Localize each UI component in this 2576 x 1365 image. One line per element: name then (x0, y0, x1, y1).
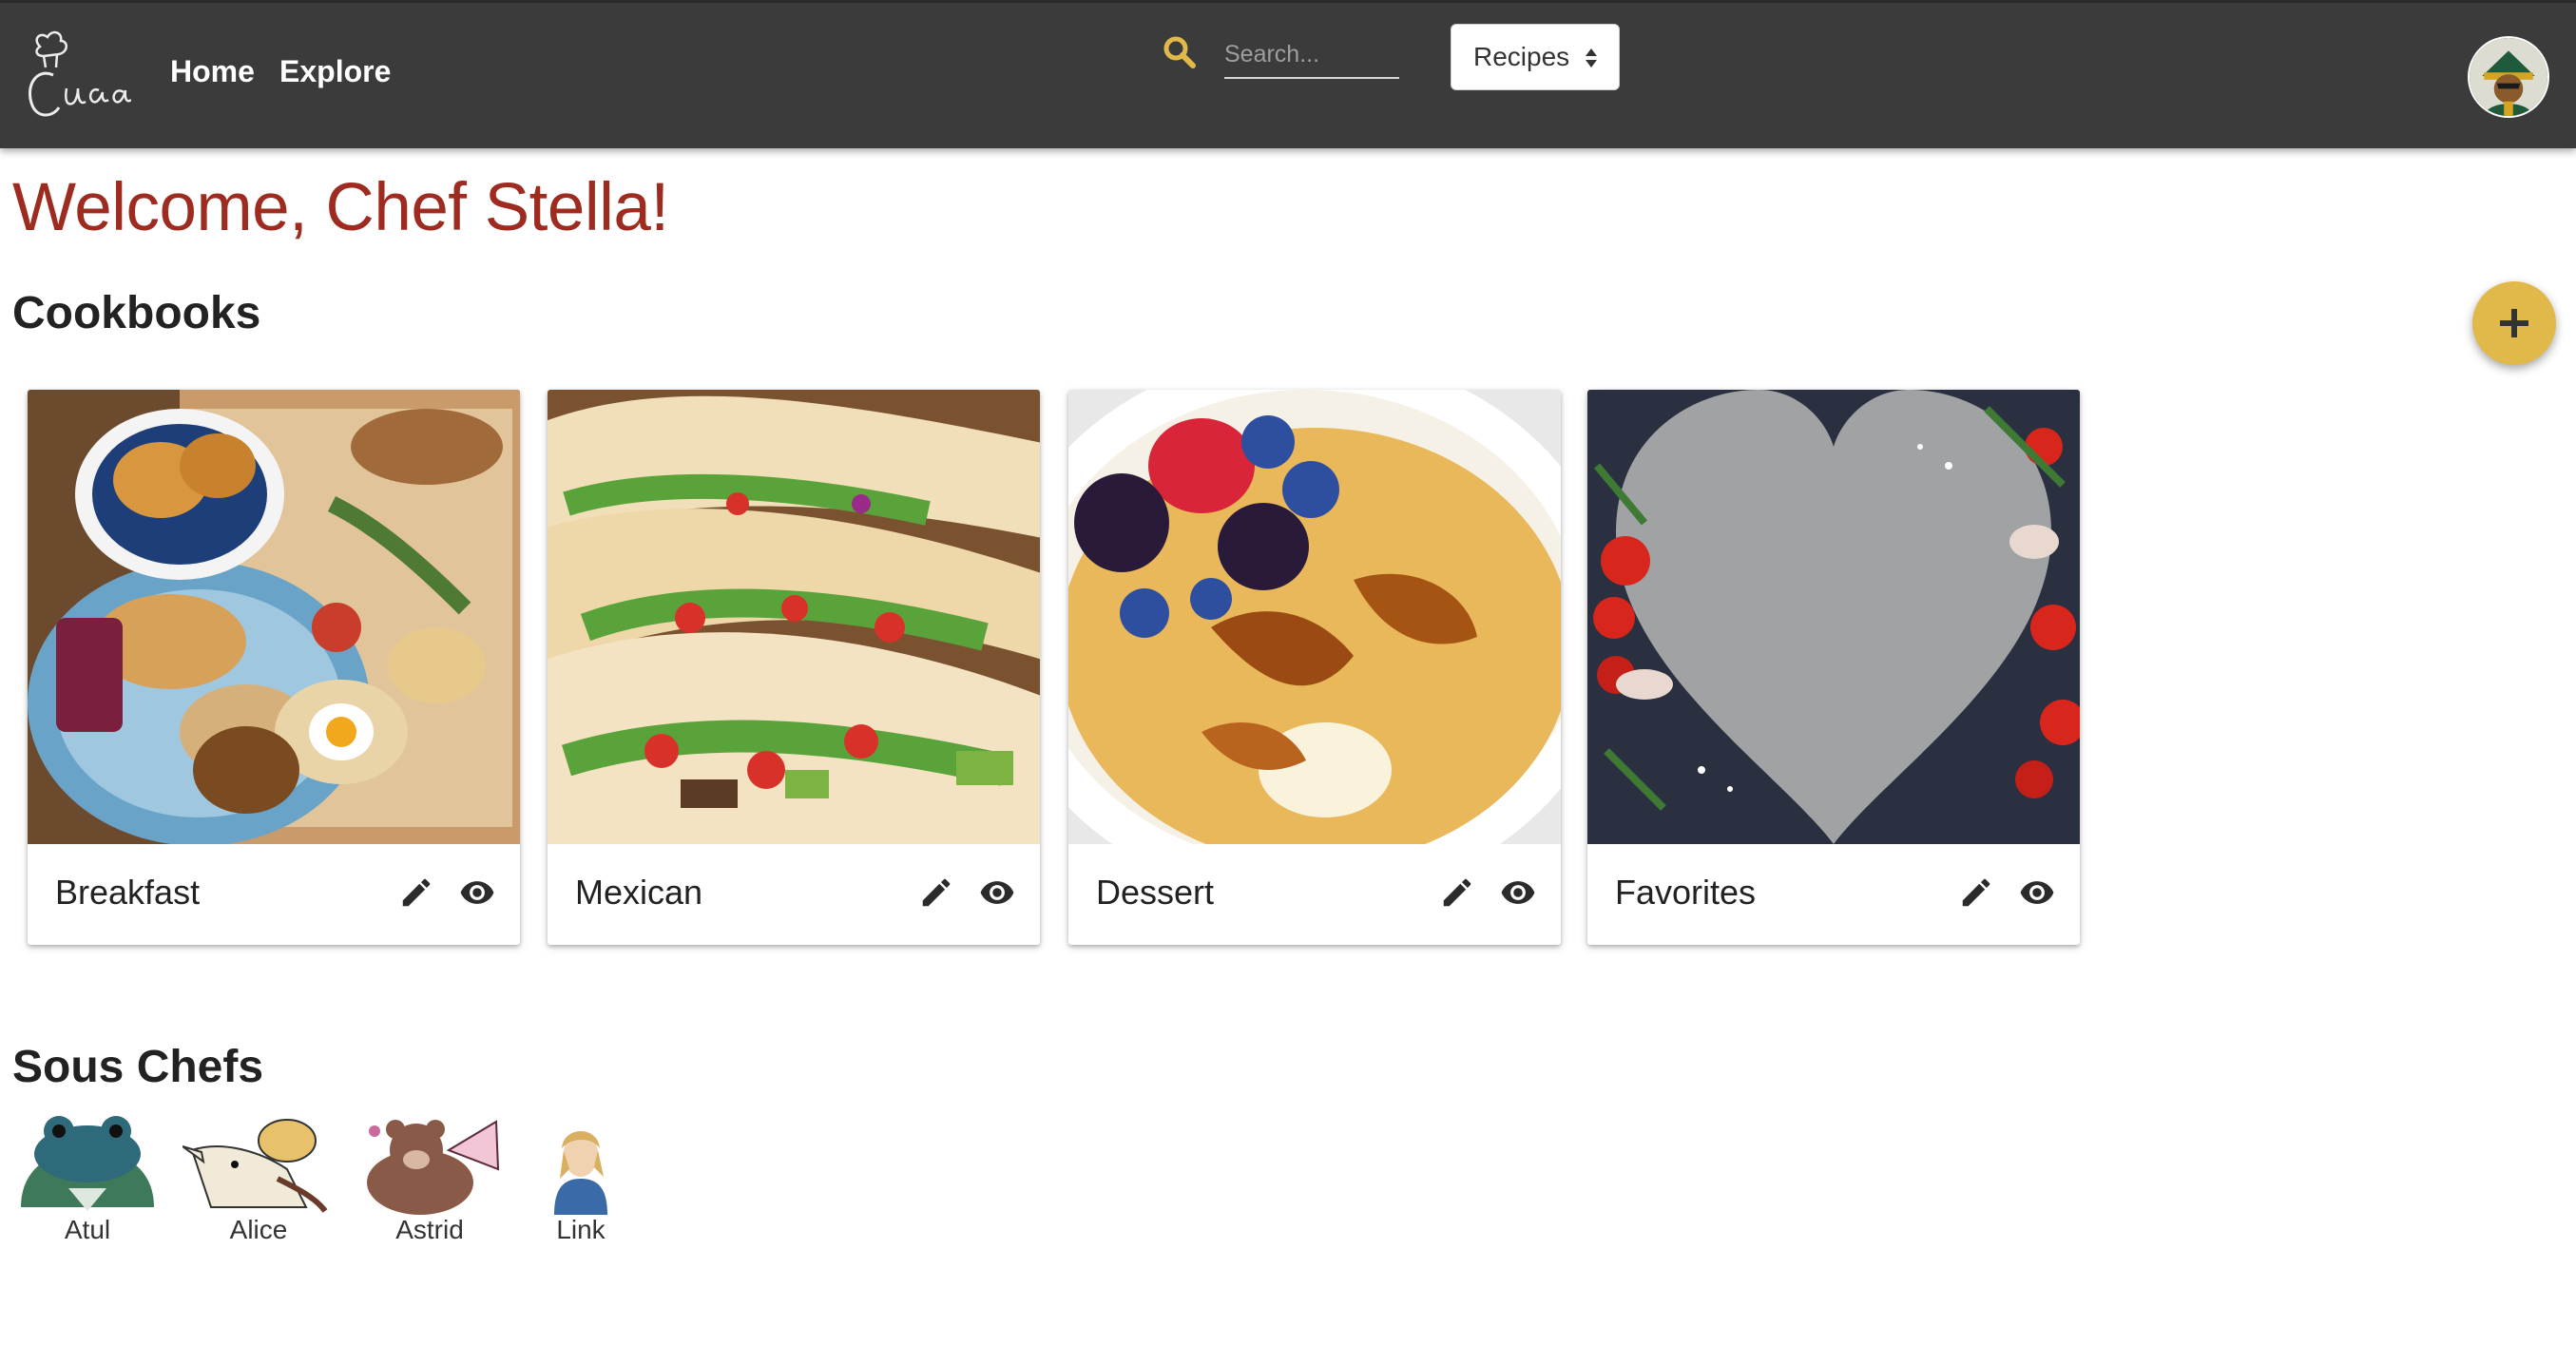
cookbook-title: Favorites (1615, 873, 1757, 912)
sous-chef-astrid[interactable]: Astrid (354, 1112, 506, 1255)
cookbook-title: Dessert (1096, 873, 1215, 912)
cookbook-title: Breakfast (55, 873, 201, 912)
sous-chef-atul[interactable]: Atul (11, 1112, 163, 1255)
cookbook-title: Mexican (575, 873, 703, 912)
search-type-value: Recipes (1473, 42, 1570, 71)
cookbook-card-dessert[interactable]: Dessert (1068, 390, 1561, 945)
cookbook-image-dessert (1068, 390, 1561, 844)
plus-icon (2500, 309, 2528, 337)
cookbook-card-favorites[interactable]: Favorites (1587, 390, 2080, 945)
chef-name: Atul (64, 1215, 111, 1244)
sous-chefs-heading: Sous Chefs (12, 1042, 264, 1092)
chef-avatar (11, 1112, 163, 1215)
logo-graphic (28, 30, 132, 117)
cookbooks-heading: Cookbooks (12, 288, 261, 338)
cookbook-card-breakfast[interactable]: Breakfast (28, 390, 520, 945)
edit-pencil-icon[interactable] (1958, 875, 1994, 911)
edit-pencil-icon[interactable] (1439, 875, 1475, 911)
view-eye-icon[interactable] (459, 875, 495, 911)
search-icon[interactable] (1163, 35, 1197, 69)
search-type-select[interactable]: Recipes (1451, 24, 1620, 90)
nav-home-link[interactable]: Home (170, 54, 255, 89)
chef-avatar (505, 1112, 657, 1215)
edit-pencil-icon[interactable] (918, 875, 954, 911)
chef-name: Link (556, 1215, 606, 1244)
user-avatar[interactable] (2468, 36, 2549, 118)
sous-chef-alice[interactable]: Alice (183, 1112, 335, 1255)
add-cookbook-button[interactable] (2472, 281, 2556, 365)
cookbook-image-breakfast (28, 390, 520, 844)
chef-name: Astrid (395, 1215, 464, 1244)
cuca-logo[interactable] (11, 29, 132, 125)
cookbook-image-mexican (548, 390, 1040, 844)
cookbook-image-favorites (1587, 390, 2080, 844)
chef-avatar (354, 1112, 506, 1215)
top-navbar: Home Explore Recipes (0, 0, 2576, 148)
chef-name: Alice (229, 1215, 288, 1244)
cookbook-card-mexican[interactable]: Mexican (548, 390, 1040, 945)
view-eye-icon[interactable] (979, 875, 1015, 911)
sous-chef-link[interactable]: Link (505, 1112, 657, 1255)
sort-arrows-icon (1586, 48, 1597, 67)
chef-avatar (183, 1112, 335, 1215)
edit-pencil-icon[interactable] (398, 875, 434, 911)
welcome-heading: Welcome, Chef Stella! (12, 170, 669, 245)
nav-explore-link[interactable]: Explore (279, 54, 391, 89)
search-input[interactable] (1224, 31, 1399, 79)
view-eye-icon[interactable] (1500, 875, 1536, 911)
view-eye-icon[interactable] (2019, 875, 2055, 911)
